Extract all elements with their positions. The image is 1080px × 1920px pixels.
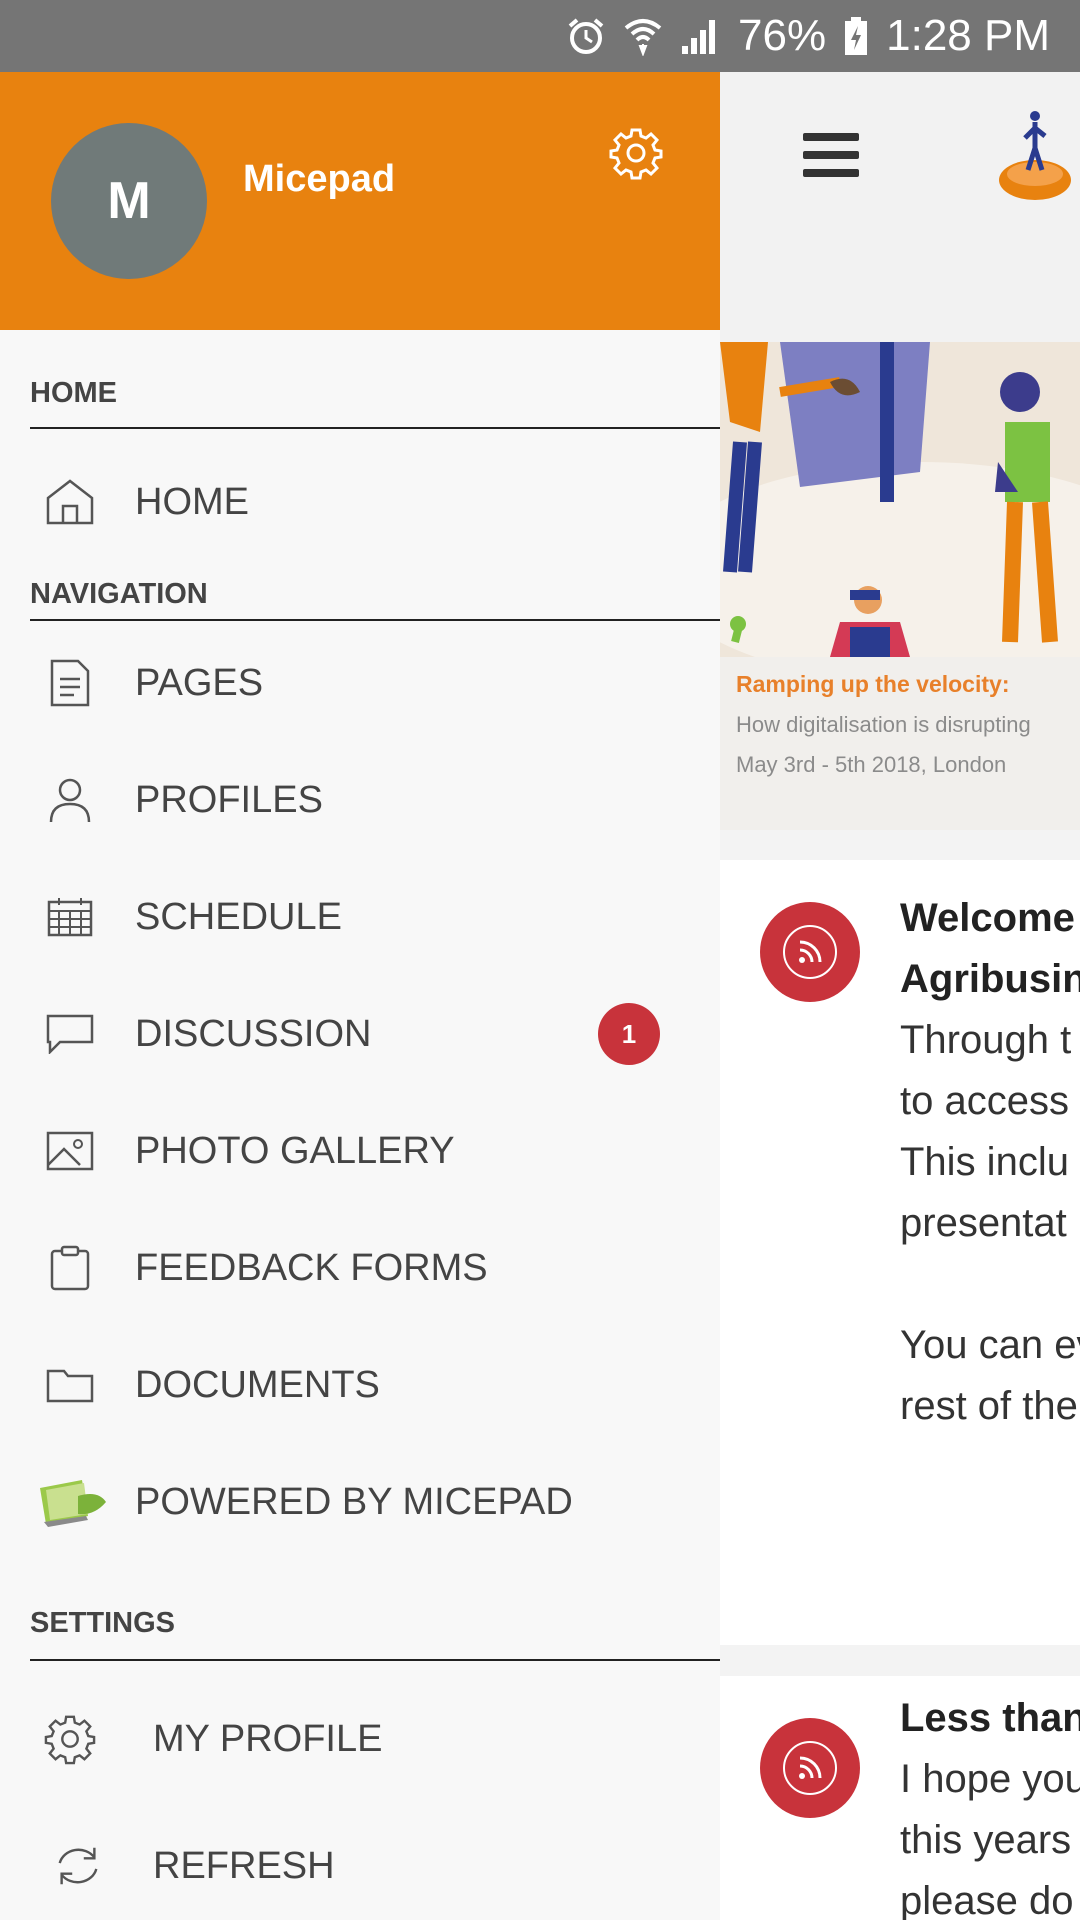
banner-caption: Ramping up the velocity: How digitalisat… xyxy=(720,657,1080,830)
post-text: Less than I hope you this years please d… xyxy=(900,1696,1080,1920)
calendar-icon xyxy=(44,891,96,943)
post-card[interactable]: Welcome Agribusin Through t to access Th… xyxy=(720,860,1080,1645)
signal-icon xyxy=(680,16,720,56)
event-banner[interactable]: Ramping up the velocity: How digitalisat… xyxy=(720,342,1080,830)
status-bar: 76% 1:28 PM xyxy=(0,0,1080,72)
drawer-header: M Micepad xyxy=(0,72,720,330)
refresh-icon xyxy=(52,1840,104,1892)
gear-icon[interactable] xyxy=(609,126,663,180)
alarm-icon xyxy=(566,16,606,56)
menu-item-feedback-forms[interactable]: FEEDBACK FORMS xyxy=(0,1218,720,1318)
folder-icon xyxy=(44,1359,96,1411)
avatar[interactable]: M xyxy=(51,123,207,279)
section-home-label: HOME xyxy=(30,377,117,409)
clipboard-icon xyxy=(44,1242,96,1294)
clock: 1:28 PM xyxy=(886,11,1050,60)
divider xyxy=(30,1659,720,1661)
micepad-logo-icon xyxy=(38,1476,108,1528)
divider xyxy=(30,427,720,429)
chat-bubble-icon xyxy=(44,1008,96,1060)
section-settings-label: SETTINGS xyxy=(30,1607,176,1639)
menu-item-photo-gallery[interactable]: PHOTO GALLERY xyxy=(0,1101,720,1201)
image-icon xyxy=(44,1125,96,1177)
section-navigation-label: NAVIGATION xyxy=(30,578,208,610)
battery-charging-icon xyxy=(844,16,868,56)
navigation-drawer: M Micepad HOME HOME NAVIGATION PAGES PRO… xyxy=(0,72,720,1920)
menu-item-refresh[interactable]: REFRESH xyxy=(0,1816,720,1916)
banner-illustration xyxy=(720,342,1080,682)
menu-item-discussion[interactable]: DISCUSSION 1 xyxy=(0,984,720,1084)
bank-logo-icon xyxy=(995,108,1075,203)
menu-item-my-profile[interactable]: MY PROFILE xyxy=(0,1689,720,1789)
post-card[interactable]: Less than I hope you this years please d… xyxy=(720,1676,1080,1920)
rss-feed-icon xyxy=(760,1718,860,1818)
username: Micepad xyxy=(243,158,396,200)
menu-item-powered-by-micepad[interactable]: POWERED BY MICEPAD xyxy=(0,1452,720,1552)
notification-badge: 1 xyxy=(598,1003,660,1065)
banner-title: Ramping up the velocity: xyxy=(736,671,1010,697)
home-icon xyxy=(44,476,96,528)
menu-item-documents[interactable]: DOCUMENTS xyxy=(0,1335,720,1435)
menu-item-home[interactable]: HOME xyxy=(0,452,720,552)
hamburger-menu-icon[interactable] xyxy=(803,133,859,177)
divider xyxy=(30,619,720,621)
person-icon xyxy=(44,774,96,826)
wifi-icon xyxy=(624,16,662,56)
rss-feed-icon xyxy=(760,902,860,1002)
post-text: Welcome Agribusin Through t to access Th… xyxy=(900,896,1080,1428)
banner-date: May 3rd - 5th 2018, London xyxy=(736,752,1007,777)
menu-item-pages[interactable]: PAGES xyxy=(0,633,720,733)
banner-subtitle: How digitalisation is disrupting xyxy=(736,712,1031,737)
battery-level: 76% xyxy=(738,11,827,60)
gear-icon xyxy=(44,1713,96,1765)
menu-item-profiles[interactable]: PROFILES xyxy=(0,750,720,850)
document-icon xyxy=(44,657,96,709)
menu-item-schedule[interactable]: SCHEDULE xyxy=(0,867,720,967)
